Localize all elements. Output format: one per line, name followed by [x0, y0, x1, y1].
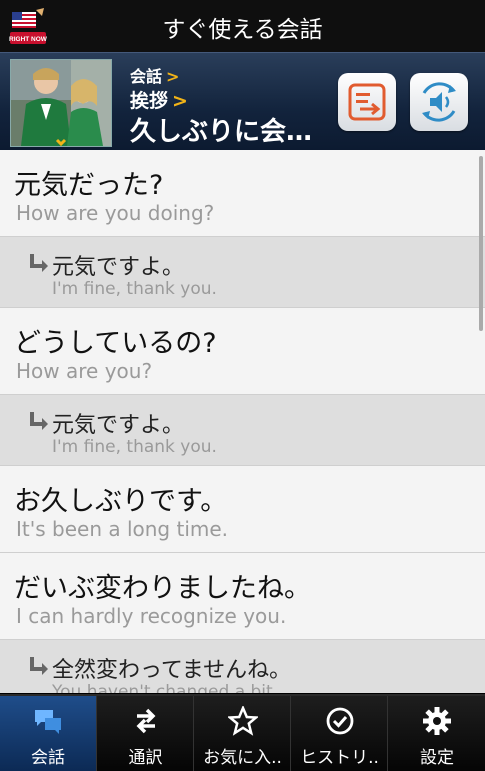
check-circle-icon — [326, 707, 353, 735]
app-title: すぐ使える会話 — [162, 17, 323, 43]
topic-header: 会話 > 挨拶 > 久しぶりに会… — [0, 52, 485, 151]
phrase-english: I'm fine, thank you. — [52, 437, 217, 457]
phrase-english: I can hardly recognize you. — [16, 604, 287, 628]
breadcrumb-label: 挨拶 — [130, 90, 169, 112]
phrase-japanese: 元気ですよ。 — [52, 413, 185, 438]
reply-arrow-icon — [30, 412, 48, 430]
export-icon — [348, 83, 386, 121]
phrase-english: It's been a long time. — [16, 517, 229, 541]
phrase-question-item[interactable]: どうしているの? How are you? — [0, 308, 485, 395]
audio-button[interactable] — [410, 73, 468, 131]
phrase-question-item[interactable]: だいぶ変わりましたね。 I can hardly recognize you. — [0, 553, 485, 640]
phrase-list[interactable]: 元気だった? How are you doing? 元気ですよ。 I'm fin… — [0, 150, 485, 693]
breadcrumb-level-2[interactable]: 挨拶 > — [130, 86, 188, 113]
chat-icon — [35, 710, 61, 734]
tab-label: お気に入.. — [203, 748, 282, 768]
phrase-japanese: どうしているの? — [14, 328, 217, 359]
tab-history[interactable]: ヒストリ.. — [290, 696, 388, 771]
title-bar: RIGHT NOW すぐ使える会話 — [0, 0, 485, 52]
topic-thumbnail[interactable] — [10, 59, 112, 147]
tab-label: 設定 — [420, 748, 454, 768]
breadcrumb-chevron: > — [166, 67, 180, 86]
bottom-tab-bar: 会話 通訳 お気に入.. ヒストリ.. 設定 — [0, 694, 485, 771]
phrase-japanese: 元気だった? — [14, 170, 164, 201]
phrase-japanese: 元気ですよ。 — [52, 255, 185, 280]
phrase-english: You haven't changed a bit. — [52, 682, 279, 693]
gear-icon — [423, 707, 451, 735]
phrase-japanese: 全然変わってませんね。 — [52, 658, 292, 683]
list-scrollbar[interactable] — [479, 156, 483, 331]
tab-settings[interactable]: 設定 — [387, 696, 485, 771]
phrase-question-item[interactable]: 元気だった? How are you doing? — [0, 150, 485, 237]
tab-label: 通訳 — [128, 748, 163, 768]
tab-label: 会話 — [31, 748, 65, 768]
star-icon — [227, 706, 258, 736]
tab-favorites[interactable]: お気に入.. — [193, 696, 291, 771]
tab-conversation[interactable]: 会話 — [0, 696, 96, 771]
speaker-refresh-icon — [422, 82, 456, 122]
phrase-answer-item[interactable]: 全然変わってませんね。 You haven't changed a bit. — [0, 640, 485, 693]
phrase-japanese: お久しぶりです。 — [14, 486, 228, 517]
breadcrumb-label: 会話 — [130, 67, 163, 86]
phrase-question-item[interactable]: お久しぶりです。 It's been a long time. — [0, 466, 485, 553]
reply-arrow-icon — [30, 657, 48, 675]
phrase-english: How are you? — [16, 359, 153, 383]
phrase-answer-item[interactable]: 元気ですよ。 I'm fine, thank you. — [0, 395, 485, 466]
current-topic-title: 久しぶりに会… — [130, 117, 313, 147]
export-button[interactable] — [338, 73, 396, 131]
tab-interpret[interactable]: 通訳 — [96, 696, 194, 771]
breadcrumb-level-1[interactable]: 会話 > — [130, 63, 179, 87]
phrase-answer-item[interactable]: 元気ですよ。 I'm fine, thank you. — [0, 237, 485, 308]
phrase-english: How are you doing? — [16, 201, 215, 225]
tab-label: ヒストリ.. — [300, 748, 379, 768]
swap-arrows-icon — [136, 708, 155, 734]
reply-arrow-icon — [30, 254, 48, 272]
phrase-english: I'm fine, thank you. — [52, 279, 217, 299]
phrase-japanese: だいぶ変わりましたね。 — [14, 573, 311, 604]
breadcrumb-chevron: > — [172, 90, 188, 112]
